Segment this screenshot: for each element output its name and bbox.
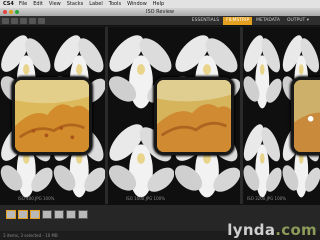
orchid-image: [243, 27, 282, 116]
image-caption: ISO 400.JPG 100%: [18, 196, 55, 201]
menu-label[interactable]: Label: [89, 1, 103, 7]
workspace-essentials[interactable]: ESSENTIALS: [189, 17, 222, 25]
logo-suffix: .com: [275, 221, 317, 239]
forward-button[interactable]: [11, 18, 18, 24]
loupe-detail-image: [157, 80, 231, 152]
thumbnail[interactable]: [78, 210, 88, 219]
loupe-detail-image: [294, 80, 320, 152]
zoom-window-button[interactable]: [15, 10, 19, 14]
workspace-output[interactable]: OUTPUT ▾: [284, 17, 312, 25]
window-controls: [3, 10, 19, 14]
menu-help[interactable]: Help: [153, 1, 164, 7]
lynda-logo: lynda.com: [227, 221, 317, 239]
loupe-detail-image: [15, 80, 89, 152]
preview-panel-1[interactable]: ISO 400.JPG 100%: [0, 27, 108, 204]
status-text: 3 items, 3 selected - 10 MB: [3, 233, 58, 238]
orchid-image: [243, 116, 282, 205]
window-title: ISO Review: [145, 9, 174, 15]
thumbnail[interactable]: [30, 210, 40, 219]
workspace-metadata[interactable]: METADATA: [253, 17, 283, 25]
menu-edit[interactable]: Edit: [33, 1, 43, 7]
filmstrip-panel: 3 items, 3 selected - 10 MB lynda.com: [0, 204, 320, 240]
loupe-magnifier[interactable]: [154, 77, 234, 155]
orchid-image: [243, 27, 282, 116]
window-titlebar: ISO Review: [0, 8, 320, 16]
logo-text: lynda: [227, 221, 276, 239]
thumbnail[interactable]: [42, 210, 52, 219]
thumbnail[interactable]: [6, 210, 16, 219]
preview-panel-3[interactable]: ISO 3200.JPG 100%: [243, 27, 320, 204]
loupe-magnifier[interactable]: [291, 77, 320, 155]
loupe-magnifier[interactable]: [12, 77, 92, 155]
back-button[interactable]: [2, 18, 9, 24]
thumbnail[interactable]: [54, 210, 64, 219]
workspace-switcher: ESSENTIALS FILMSTRIP METADATA OUTPUT ▾: [189, 17, 312, 25]
folder-icon[interactable]: [20, 18, 27, 24]
close-window-button[interactable]: [3, 10, 7, 14]
toolbar: ESSENTIALS FILMSTRIP METADATA OUTPUT ▾: [0, 16, 320, 26]
workspace-filmstrip[interactable]: FILMSTRIP: [223, 17, 253, 25]
minimize-window-button[interactable]: [9, 10, 13, 14]
image-caption: ISO 3200.JPG 100%: [247, 196, 286, 201]
thumbnail[interactable]: [66, 210, 76, 219]
filmstrip-thumbnails: [6, 210, 88, 219]
app-menu[interactable]: CS4: [3, 1, 14, 7]
menu-bar: CS4 File Edit View Stacks Label Tools Wi…: [0, 0, 320, 8]
preview-panel-2[interactable]: ISO 1600.JPG 100%: [108, 27, 243, 204]
rotate-right-icon[interactable]: [38, 18, 45, 24]
orchid-image: [243, 116, 282, 205]
menu-view[interactable]: View: [49, 1, 61, 7]
menu-stacks[interactable]: Stacks: [67, 1, 83, 7]
menu-file[interactable]: File: [19, 1, 27, 7]
menu-tools[interactable]: Tools: [109, 1, 121, 7]
image-caption: ISO 1600.JPG 100%: [126, 196, 165, 201]
content-area: ISO 400.JPG 100% ISO 1600.JPG 100% ISO 3…: [0, 27, 320, 204]
toolbar-buttons: [2, 18, 45, 24]
menu-window[interactable]: Window: [127, 1, 147, 7]
thumbnail[interactable]: [18, 210, 28, 219]
rotate-left-icon[interactable]: [29, 18, 36, 24]
